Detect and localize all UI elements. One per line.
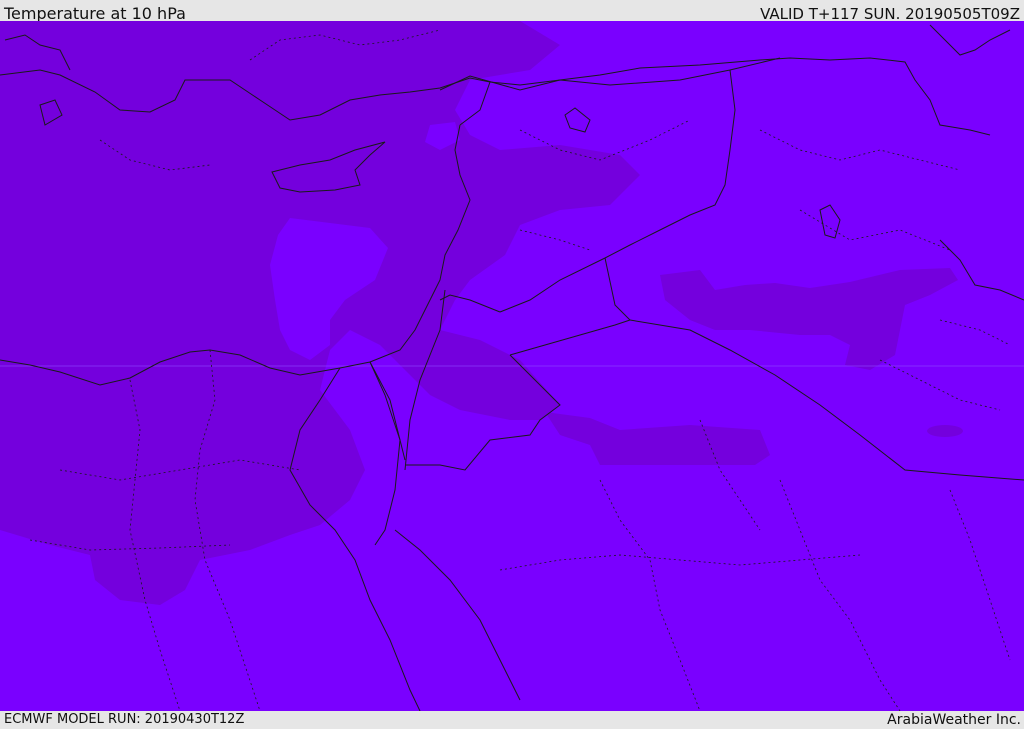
cool-spot-gulf bbox=[927, 425, 963, 437]
header-bar: Temperature at 10 hPa VALID T+117 SUN. 2… bbox=[0, 0, 1024, 23]
weather-map bbox=[0, 21, 1024, 711]
model-run: ECMWF MODEL RUN: 20190430T12Z bbox=[4, 712, 245, 727]
footer-bar: ECMWF MODEL RUN: 20190430T12Z ArabiaWeat… bbox=[0, 711, 1024, 729]
map-svg bbox=[0, 21, 1024, 711]
credit-text: ArabiaWeather Inc. bbox=[887, 712, 1021, 728]
